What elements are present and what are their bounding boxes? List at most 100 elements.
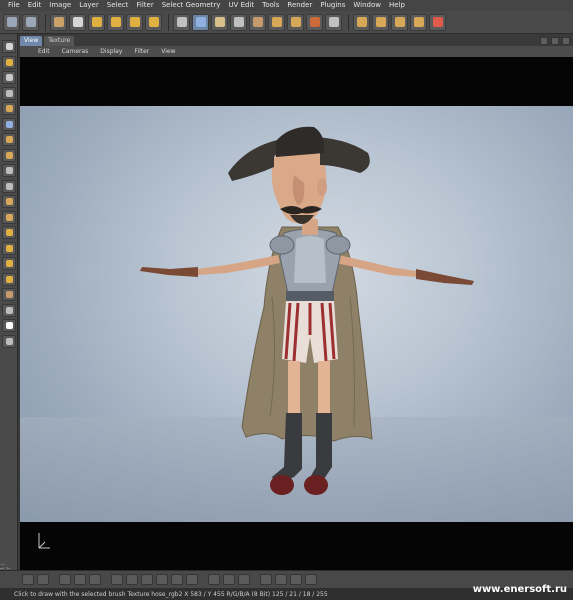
- pen-button[interactable]: [230, 13, 247, 31]
- airbrush-tool[interactable]: [2, 133, 16, 146]
- blur-tool[interactable]: [2, 164, 16, 177]
- menu-image[interactable]: Image: [45, 0, 75, 11]
- lasso-tool[interactable]: [2, 86, 16, 100]
- menu-plugins[interactable]: Plugins: [316, 0, 349, 11]
- menu-file[interactable]: File: [4, 0, 24, 11]
- viewport-menu-edit[interactable]: Edit: [32, 48, 56, 55]
- shelf-button[interactable]: [305, 574, 317, 585]
- eraser-icon: [214, 17, 225, 27]
- shelf-button[interactable]: [223, 574, 235, 585]
- undo-button[interactable]: [3, 13, 20, 31]
- text-icon: [6, 260, 13, 267]
- paint-brush-button[interactable]: [192, 13, 209, 31]
- redo-button[interactable]: [22, 13, 39, 31]
- menu-help[interactable]: Help: [385, 0, 409, 11]
- lasso-button[interactable]: [173, 13, 190, 31]
- menu-select[interactable]: Select: [103, 0, 133, 11]
- fill-bucket-tool[interactable]: [2, 241, 16, 255]
- blur-icon: [6, 167, 13, 174]
- menu-edit[interactable]: Edit: [24, 0, 46, 11]
- tab-view[interactable]: View: [20, 36, 43, 46]
- clone-button[interactable]: [249, 13, 266, 31]
- burn-tool[interactable]: [2, 210, 16, 224]
- shelf-button[interactable]: [126, 574, 138, 585]
- viewport-menu-cameras[interactable]: Cameras: [56, 48, 95, 55]
- smudge-tool[interactable]: [2, 148, 16, 162]
- shelf-button[interactable]: [141, 574, 153, 585]
- menu-uv-edit[interactable]: UV Edit: [224, 0, 258, 11]
- scale-button[interactable]: [107, 13, 124, 31]
- eyedropper-tool[interactable]: [2, 288, 16, 301]
- select-arrow-button[interactable]: [69, 13, 86, 31]
- shelf-button[interactable]: [290, 574, 302, 585]
- paint-brush-tool[interactable]: [2, 117, 16, 131]
- menu-tools[interactable]: Tools: [258, 0, 283, 11]
- color-swatch-tool[interactable]: [2, 319, 16, 332]
- shelf-button[interactable]: [186, 574, 198, 585]
- projection-button[interactable]: [268, 13, 285, 31]
- text-tool[interactable]: [2, 257, 16, 270]
- shelf-button[interactable]: [275, 574, 287, 585]
- menu-window[interactable]: Window: [349, 0, 385, 11]
- viewport-menu-filter[interactable]: Filter: [128, 48, 155, 55]
- record-button[interactable]: [429, 13, 446, 31]
- reset-colors-icon: [6, 337, 13, 345]
- sharpen-icon: [6, 182, 13, 190]
- window-button[interactable]: [372, 13, 389, 31]
- pointer-tool[interactable]: [2, 40, 16, 53]
- shelf-button[interactable]: [59, 574, 71, 585]
- tab-texture[interactable]: Texture: [44, 36, 75, 46]
- star-tool[interactable]: [2, 272, 16, 286]
- shelf-button[interactable]: [111, 574, 123, 585]
- layout-button[interactable]: [410, 13, 427, 31]
- menu-layer[interactable]: Layer: [75, 0, 103, 11]
- panel-float-icon[interactable]: [551, 37, 559, 45]
- camera-button[interactable]: [50, 13, 67, 31]
- viewport-menu-display[interactable]: Display: [94, 48, 128, 55]
- select-rect-tool[interactable]: [2, 71, 16, 84]
- burn-icon: [6, 213, 13, 221]
- panel-close-icon[interactable]: [562, 37, 570, 45]
- toolbar-separator: [348, 13, 349, 31]
- paint-brush-icon: [6, 120, 13, 128]
- shelf-button[interactable]: [171, 574, 183, 585]
- shelf-button[interactable]: [156, 574, 168, 585]
- menu-select-geometry[interactable]: Select Geometry: [158, 0, 225, 11]
- magic-wand-tool[interactable]: [2, 102, 16, 115]
- shelf-button[interactable]: [208, 574, 220, 585]
- color-swatch-icon: [6, 322, 13, 329]
- zoom-tool[interactable]: [2, 303, 16, 317]
- reset-colors-tool[interactable]: [2, 334, 16, 348]
- menu-render[interactable]: Render: [283, 0, 316, 11]
- uv-button[interactable]: [306, 13, 323, 31]
- shelf-button[interactable]: [37, 574, 49, 585]
- move-button[interactable]: [88, 13, 105, 31]
- transform-button[interactable]: [145, 13, 162, 31]
- render-button[interactable]: [353, 13, 370, 31]
- toolbar-separator: [45, 13, 46, 31]
- fill-button[interactable]: [287, 13, 304, 31]
- rotate-button[interactable]: [126, 13, 143, 31]
- character-model[interactable]: [20, 57, 573, 570]
- shelf-button[interactable]: [260, 574, 272, 585]
- 3d-viewport[interactable]: [20, 57, 573, 570]
- camera-icon: [53, 17, 64, 27]
- menu-filter[interactable]: Filter: [132, 0, 157, 11]
- grid-button[interactable]: [391, 13, 408, 31]
- eraser-button[interactable]: [211, 13, 228, 31]
- sharpen-tool[interactable]: [2, 179, 16, 193]
- clone-stamp-tool[interactable]: [2, 226, 16, 239]
- move-icon: [91, 17, 102, 27]
- shelf-button[interactable]: [89, 574, 101, 585]
- shelf-button[interactable]: [74, 574, 86, 585]
- status-text: Click to draw with the selected brush Te…: [14, 590, 328, 598]
- dodge-tool[interactable]: [2, 195, 16, 208]
- clone-stamp-icon: [6, 229, 13, 236]
- move-tool[interactable]: [2, 55, 16, 69]
- panel-options-icon[interactable]: [540, 37, 548, 45]
- viewport-menu-view[interactable]: View: [155, 48, 181, 55]
- checker-button[interactable]: [325, 13, 342, 31]
- shelf-button[interactable]: [238, 574, 250, 585]
- shelf-button[interactable]: [22, 574, 34, 585]
- tool-palette: MARI 2.6v1 | FOUNDRY: [0, 34, 18, 595]
